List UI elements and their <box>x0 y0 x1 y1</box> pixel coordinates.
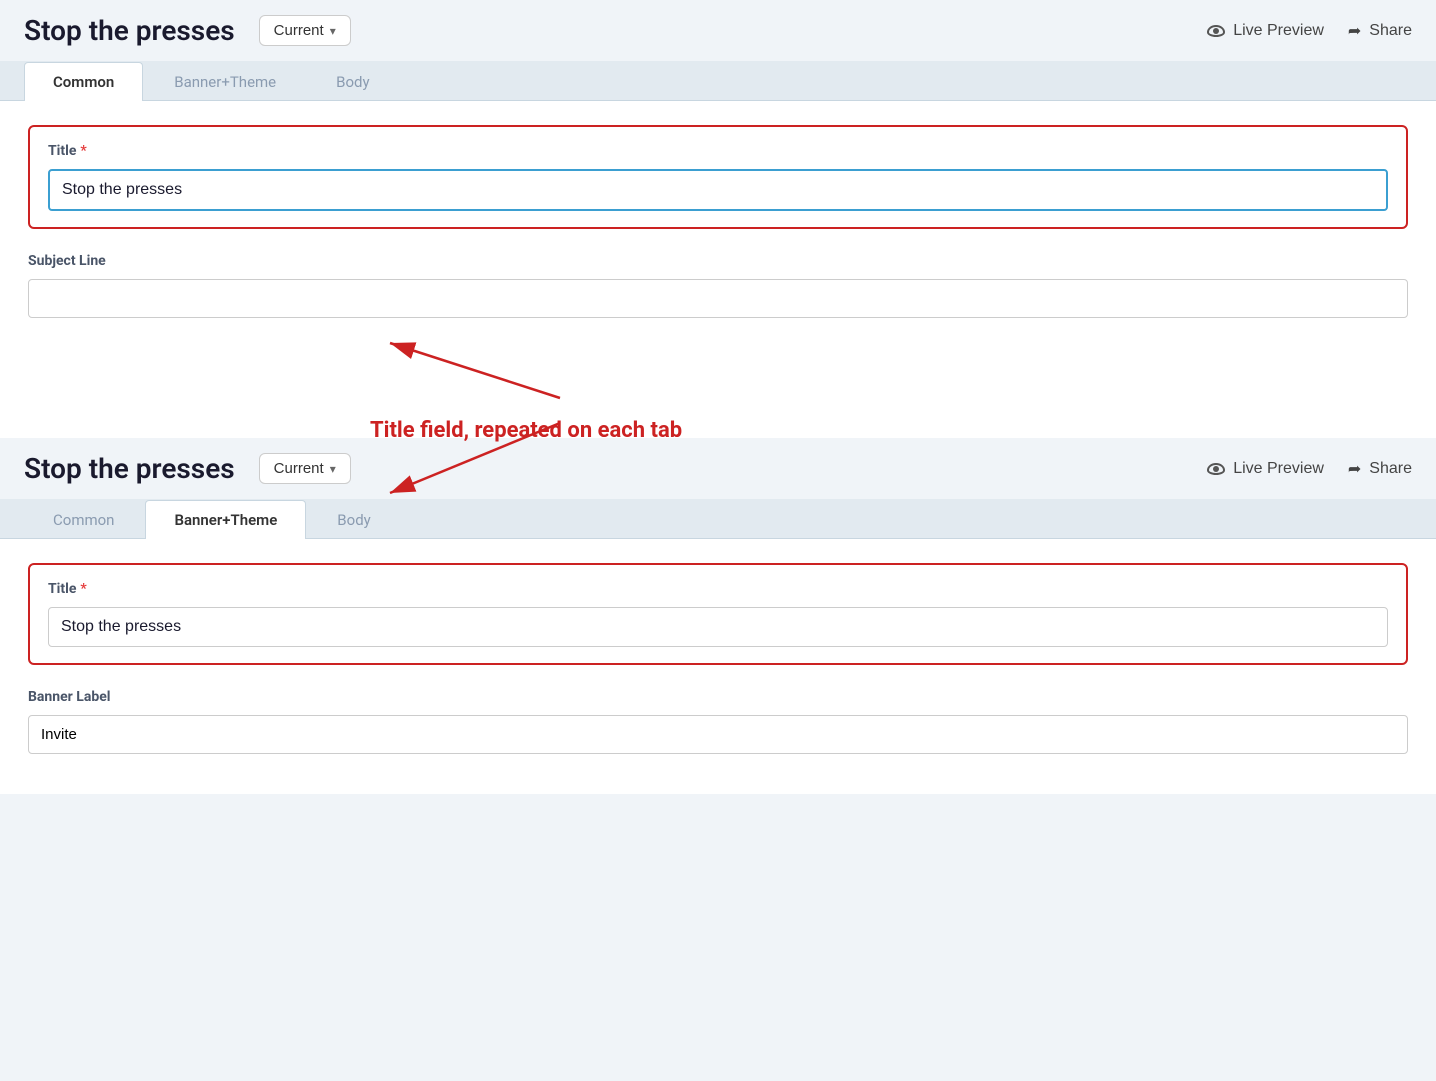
title-card-top: Title * <box>28 125 1408 229</box>
version-label-bottom: Current <box>274 460 324 477</box>
title-label-top: Title * <box>48 143 1388 159</box>
share-label-top: Share <box>1369 22 1412 40</box>
share-icon-bottom: ➦ <box>1348 459 1361 479</box>
page-title-top: Stop the presses <box>24 14 235 47</box>
header-right-top: Live Preview ➦ Share <box>1207 21 1412 41</box>
title-input-bottom[interactable] <box>48 607 1388 647</box>
live-preview-label-top: Live Preview <box>1233 22 1324 40</box>
content-top: Title * Subject Line <box>0 101 1436 358</box>
tab-bar-bottom: Common Banner+Theme Body <box>0 499 1436 539</box>
tab-body-bottom[interactable]: Body <box>308 500 399 539</box>
title-input-top[interactable] <box>48 169 1388 211</box>
chevron-icon-bottom: ▾ <box>330 462 336 476</box>
eye-icon-top <box>1207 25 1225 37</box>
eye-icon-bottom <box>1207 463 1225 475</box>
version-dropdown-top[interactable]: Current ▾ <box>259 15 351 46</box>
chevron-icon-top: ▾ <box>330 24 336 38</box>
content-bottom: Title * Banner Label <box>0 539 1436 794</box>
tab-bar-top: Common Banner+Theme Body <box>0 61 1436 101</box>
title-label-bottom: Title * <box>48 581 1388 597</box>
subject-label-top: Subject Line <box>28 253 1408 269</box>
version-label-top: Current <box>274 22 324 39</box>
live-preview-label-bottom: Live Preview <box>1233 460 1324 478</box>
share-button-bottom[interactable]: ➦ Share <box>1348 459 1412 479</box>
tab-common-top[interactable]: Common <box>24 62 143 101</box>
banner-input-bottom[interactable] <box>28 715 1408 754</box>
tab-common-bottom[interactable]: Common <box>24 500 143 539</box>
tab-banner-top[interactable]: Banner+Theme <box>145 62 305 101</box>
version-dropdown-bottom[interactable]: Current ▾ <box>259 453 351 484</box>
title-card-bottom: Title * <box>28 563 1408 665</box>
section-top: Stop the presses Current ▾ Live Preview … <box>0 0 1436 358</box>
annotation-layer: Title field, repeated on each tab <box>0 358 1436 438</box>
banner-label-bottom: Banner Label <box>28 689 1408 705</box>
subject-input-top[interactable] <box>28 279 1408 318</box>
live-preview-button-bottom[interactable]: Live Preview <box>1207 460 1324 478</box>
banner-section-bottom: Banner Label <box>28 689 1408 754</box>
share-icon-top: ➦ <box>1348 21 1361 41</box>
page-title-bottom: Stop the presses <box>24 452 235 485</box>
header-top: Stop the presses Current ▾ Live Preview … <box>0 0 1436 61</box>
page-wrapper: Stop the presses Current ▾ Live Preview … <box>0 0 1436 794</box>
share-button-top[interactable]: ➦ Share <box>1348 21 1412 41</box>
header-right-bottom: Live Preview ➦ Share <box>1207 459 1412 479</box>
tab-body-top[interactable]: Body <box>307 62 398 101</box>
required-star-bottom: * <box>80 581 86 597</box>
annotation-text: Title field, repeated on each tab <box>370 418 682 443</box>
header-bottom: Stop the presses Current ▾ Live Preview … <box>0 438 1436 499</box>
section-bottom: Stop the presses Current ▾ Live Preview … <box>0 438 1436 794</box>
tab-banner-bottom[interactable]: Banner+Theme <box>145 500 306 539</box>
live-preview-button-top[interactable]: Live Preview <box>1207 22 1324 40</box>
share-label-bottom: Share <box>1369 460 1412 478</box>
required-star-top: * <box>80 143 86 159</box>
subject-section-top: Subject Line <box>28 253 1408 318</box>
